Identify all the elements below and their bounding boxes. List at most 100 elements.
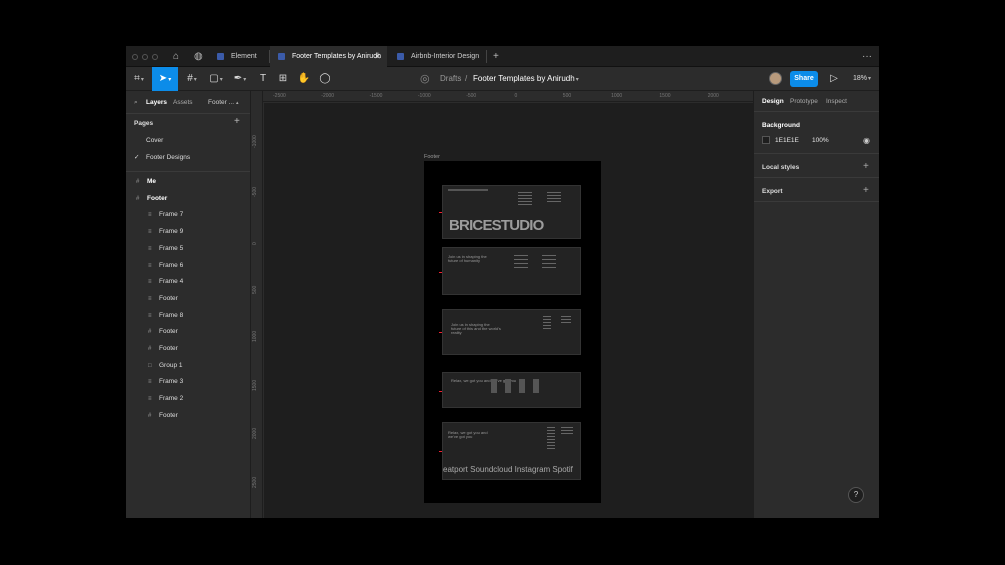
footer-frame[interactable]: BRICESTUDIO Join us in shaping the futur… (424, 161, 601, 503)
home-icon[interactable]: ⌂ (173, 50, 179, 63)
background-opacity-value[interactable]: 100% (812, 137, 829, 144)
footer-template-1[interactable]: BRICESTUDIO (439, 185, 581, 239)
chevron-down-icon[interactable]: ▴ (236, 98, 239, 108)
layer-label: Frame 7 (159, 211, 184, 219)
auto-layout-icon: ≡ (148, 212, 152, 219)
present-button[interactable]: ▷ (828, 67, 840, 91)
frame-icon: # (148, 412, 152, 419)
rectangle-icon: ▢ (209, 73, 219, 84)
background-color-swatch[interactable] (762, 136, 770, 144)
text-tool-button[interactable]: T (256, 67, 270, 91)
layer-label: Footer (159, 328, 178, 336)
move-tool-button[interactable]: ➤▾ (152, 67, 178, 91)
ruler-tick-label: 2500 (252, 476, 258, 488)
auto-layout-icon: ≡ (148, 396, 152, 403)
group-icon: □ (148, 362, 152, 369)
ruler-tick-label: 2000 (252, 427, 258, 439)
team-avatar-icon[interactable]: ◎ (420, 67, 434, 91)
footer-headline: Join us in shaping the future of this an… (451, 322, 501, 335)
frame-icon: # (136, 195, 140, 202)
tab-airbnb-interior[interactable]: Airbnb-Interior Design (389, 46, 486, 67)
user-avatar[interactable] (769, 72, 782, 85)
resources-button[interactable]: ⊞ (276, 67, 290, 91)
tab-footer-templates[interactable]: Footer Templates by Anirudh ✕ (270, 46, 387, 67)
figma-app: ⌂ ◍ Element Footer Templates by Anirudh … (126, 46, 879, 518)
tab-inspect[interactable]: Inspect (826, 98, 847, 105)
add-page-icon[interactable]: + (234, 117, 240, 127)
layer-label: Footer (147, 194, 168, 202)
frame-icon: # (148, 346, 152, 352)
add-style-icon[interactable]: + (863, 161, 869, 172)
frame-tool-button[interactable]: #▾ (182, 67, 202, 91)
vertical-ruler: -1000 -500 0 500 1000 1500 2000 2500 (251, 91, 263, 518)
visibility-eye-icon[interactable]: ◉ (863, 136, 870, 145)
ruler-tick-label: -500 (466, 93, 477, 99)
footer-headline: Relax, we got you and we've got you (448, 430, 488, 439)
footer-template-5[interactable]: Relax, we got you and we've got you eatp… (439, 422, 581, 480)
tab-element[interactable]: Element (209, 46, 269, 67)
layer-label: Me (147, 178, 157, 185)
main-menu-button[interactable]: ⌗▾ (130, 67, 148, 91)
share-button[interactable]: Share (790, 71, 818, 87)
layer-label: Group 1 (159, 361, 183, 369)
shape-tool-button[interactable]: ▢▾ (206, 67, 226, 91)
tab-layers[interactable]: Layers (146, 98, 167, 108)
footer-template-2[interactable]: Join us in shaping the future of humanit… (439, 247, 581, 295)
hand-tool-button[interactable]: ✋ (297, 67, 311, 91)
zoom-dropdown[interactable]: 18%▾ (850, 67, 874, 91)
play-icon: ▷ (830, 73, 838, 84)
ruler-tick-label: -2000 (321, 93, 335, 99)
figma-file-icon (397, 53, 404, 60)
breadcrumb-drafts[interactable]: Drafts (440, 67, 461, 91)
comment-tool-button[interactable]: ◯ (318, 67, 332, 91)
tab-design[interactable]: Design (762, 98, 784, 105)
more-options-icon[interactable]: ··· (862, 50, 872, 63)
layer-label: Footer (159, 345, 178, 352)
breadcrumb-file[interactable]: Footer Templates by Anirudh▾ (473, 67, 579, 91)
layer-label: Frame 8 (159, 311, 184, 319)
auto-layout-icon: ≡ (148, 312, 152, 319)
globe-icon[interactable]: ◍ (194, 50, 203, 63)
window-close-dot[interactable] (132, 54, 138, 60)
window-minimize-dot[interactable] (142, 54, 148, 60)
layer-label: Frame 6 (159, 261, 184, 269)
auto-layout-icon: ≡ (148, 245, 152, 252)
window-maximize-dot[interactable] (152, 54, 158, 60)
left-panel: ⌕ Layers Assets Footer ... ▴ Pages + Cov… (126, 91, 251, 518)
footer-template-3[interactable]: Join us in shaping the future of this an… (439, 309, 581, 355)
ruler-tick-label: 500 (252, 285, 258, 294)
auto-layout-icon: ≡ (148, 279, 152, 286)
layer-label: Frame 9 (159, 228, 184, 236)
tab-prototype[interactable]: Prototype (790, 98, 818, 105)
add-export-icon[interactable]: + (863, 185, 869, 196)
background-hex-value[interactable]: 1E1E1E (775, 137, 799, 144)
layer-label: Footer (159, 411, 178, 419)
ruler-tick-label: 500 (562, 93, 572, 99)
add-tab-icon[interactable]: + (493, 50, 499, 63)
frame-label[interactable]: Footer (424, 154, 440, 160)
horizontal-ruler: -2500 -2000 -1500 -1000 -500 0 500 1000 1500 2000… (263, 91, 762, 102)
ruler-tick-label: 1500 (252, 379, 258, 391)
local-styles-title: Local styles (762, 164, 800, 171)
figma-file-icon (278, 53, 285, 60)
page-selector[interactable]: Footer ... (208, 98, 234, 108)
breadcrumb-separator: / (465, 74, 468, 83)
check-icon: ✓ (134, 154, 140, 161)
auto-layout-icon: ≡ (148, 262, 152, 269)
search-icon[interactable]: ⌕ (134, 98, 138, 108)
ruler-tick-label: -2500 (273, 93, 286, 99)
help-button[interactable]: ? (848, 487, 864, 503)
ruler-tick-label: 1000 (252, 330, 258, 342)
tab-assets[interactable]: Assets (173, 98, 193, 108)
hand-icon: ✋ (297, 73, 311, 84)
pages-title: Pages (134, 120, 154, 127)
title-bar: ⌂ ◍ Element Footer Templates by Anirudh … (126, 46, 879, 67)
close-tab-icon[interactable]: ✕ (374, 46, 381, 67)
cursor-icon: ➤ (158, 73, 168, 84)
frame-icon: # (148, 329, 152, 336)
footer-template-4[interactable]: Relax, we got you and we've got you (439, 372, 581, 408)
ruler-tick-label: 0 (252, 242, 258, 245)
auto-layout-icon: ≡ (148, 229, 152, 236)
pen-tool-button[interactable]: ✒▾ (230, 67, 250, 91)
layer-label: Footer (159, 294, 178, 302)
